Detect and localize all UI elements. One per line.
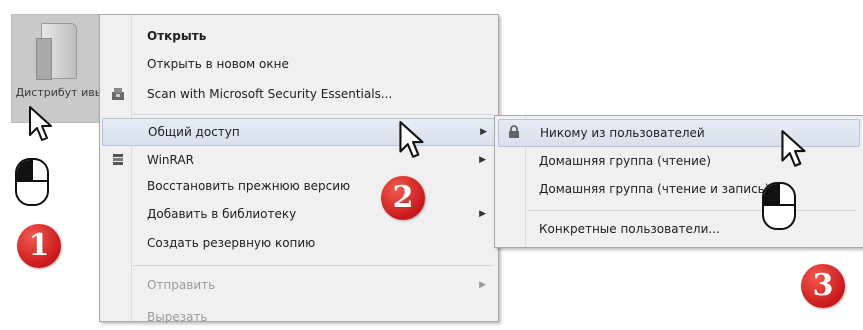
menu-separator — [133, 265, 493, 266]
menu-item-label: Добавить в библиотеку — [147, 207, 297, 221]
menu-item-label: Создать резервную копию — [147, 236, 316, 250]
mouse-left-click-icon — [762, 182, 796, 230]
menu-item-label: Вырезать — [147, 310, 208, 324]
menu-item-label: Scan with Microsoft Security Essentials.… — [147, 87, 393, 101]
winrar-icon — [113, 154, 123, 165]
step-badge-2: 2 — [381, 176, 425, 220]
step-badge-3: 3 — [801, 264, 845, 308]
mouse-left-button-icon — [17, 160, 31, 180]
menu-item-scan-security-essentials[interactable]: Scan with Microsoft Security Essentials.… — [102, 81, 494, 107]
menu-item-label: Восстановить прежнюю версию — [147, 179, 351, 193]
lock-icon — [509, 125, 519, 138]
menu-item-open[interactable]: Открыть — [102, 23, 494, 49]
menu-item-label: Общий доступ — [148, 125, 240, 139]
context-menu: Открыть Открыть в новом окне Scan with M… — [99, 14, 499, 324]
folder-label: Дистрибут ивы — [15, 86, 104, 99]
menu-item-label: Открыть в новом окне — [147, 57, 289, 71]
menu-item-label: WinRAR — [147, 153, 194, 167]
menu-item-winrar[interactable]: WinRAR ▶ — [102, 147, 494, 173]
submenu-item-homegroup-readwrite[interactable]: Домашняя группа (чтение и запись) — [498, 176, 858, 202]
submenu-arrow-icon: ▶ — [480, 127, 487, 137]
submenu-arrow-icon: ▶ — [479, 155, 486, 165]
submenu-arrow-icon: ▶ — [479, 209, 486, 219]
submenu-item-label: Домашняя группа (чтение) — [539, 154, 711, 168]
folder-icon — [36, 23, 77, 80]
mouse-divider — [764, 204, 794, 206]
menu-item-send-to[interactable]: Отправить ▶ — [102, 272, 494, 298]
menu-item-create-backup[interactable]: Создать резервную копию — [102, 230, 494, 256]
menu-separator — [133, 114, 493, 115]
submenu-arrow-icon: ▶ — [479, 280, 486, 290]
folder-icon-tile[interactable]: Дистрибут ивы — [11, 14, 108, 123]
submenu-item-label: Конкретные пользователи... — [539, 222, 720, 236]
mouse-divider — [17, 180, 47, 182]
mouse-left-button-icon — [764, 184, 778, 204]
menu-item-sharing[interactable]: Общий доступ ▶ — [102, 118, 496, 146]
menu-item-cut[interactable]: Вырезать — [102, 304, 494, 330]
submenu-item-label: Никому из пользователей — [540, 126, 705, 140]
mouse-pointer-icon — [781, 130, 806, 167]
menu-item-restore-previous[interactable]: Восстановить прежнюю версию — [102, 173, 494, 199]
menu-item-label: Открыть — [147, 29, 207, 43]
mouse-pointer-icon — [399, 121, 424, 158]
submenu-item-specific-users[interactable]: Конкретные пользователи... — [498, 216, 858, 242]
step-badge-1: 1 — [17, 224, 61, 268]
mouse-divider — [31, 160, 33, 180]
security-essentials-icon — [112, 88, 124, 100]
mouse-left-click-icon — [15, 158, 49, 206]
submenu-separator — [527, 210, 857, 211]
mouse-divider — [778, 184, 780, 204]
mouse-pointer-icon — [29, 106, 52, 141]
menu-item-open-new-window[interactable]: Открыть в новом окне — [102, 51, 494, 77]
submenu-item-label: Домашняя группа (чтение и запись) — [539, 182, 770, 196]
menu-item-add-to-library[interactable]: Добавить в библиотеку ▶ — [102, 201, 494, 227]
menu-item-label: Отправить — [147, 278, 216, 292]
